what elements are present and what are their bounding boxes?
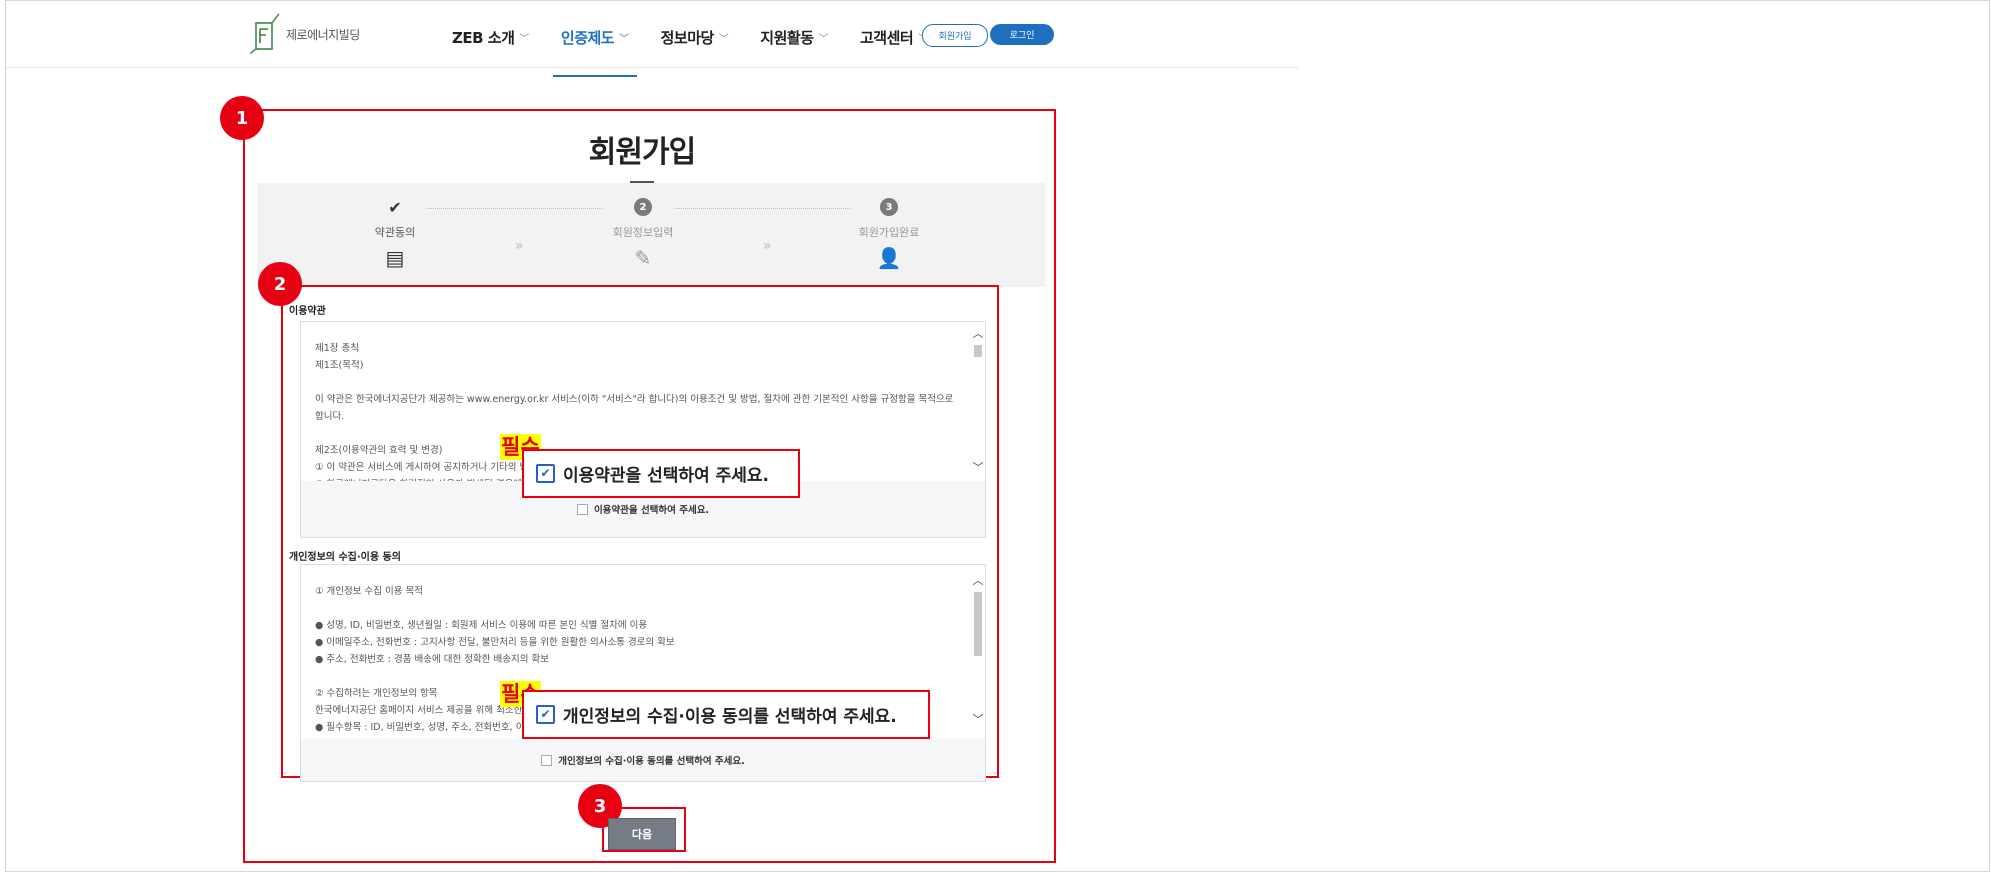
nav-item-zeb[interactable]: ZEB 소개 ﹀ xyxy=(436,19,545,64)
step-number: 3 xyxy=(880,198,898,216)
main-nav: ZEB 소개 ﹀ 인증제도 ﹀ 정보마당﹀ 지원활동 ﹀ 고객센터 ﹀ xyxy=(436,19,944,77)
site-header: 제로에너지빌딩 ZEB 소개﹀ 인증제도﹀ 정보마당﹀ 지원활동﹀ 고객센터﹀ … xyxy=(6,1,1298,77)
privacy-agree-row[interactable]: 개인정보의 수집·이용 동의를 선택하여 주세요. xyxy=(300,739,986,782)
text-line: ● 이메일주소, 전화번호 : 고지사항 전달, 불만처리 등을 위한 원활한 … xyxy=(315,637,675,648)
step-label: 약관동의 xyxy=(374,226,416,239)
terms-callout: ✔ 이용약관을 선택하여 주세요. xyxy=(522,449,800,498)
nav-label: 정보마당 xyxy=(660,29,715,47)
privacy-callout-text: 개인정보의 수집·이용 동의를 선택하여 주세요. xyxy=(563,707,897,727)
terms-checkbox[interactable] xyxy=(576,503,588,515)
scroll-thumb[interactable] xyxy=(974,345,982,357)
terms-section-label: 이용약관 xyxy=(289,306,326,317)
terms-callout-text: 이용약관을 선택하여 주세요. xyxy=(563,466,769,486)
document-icon: ▤ xyxy=(385,246,405,270)
text-line: ● 주소, 전화번호 : 경품 배송에 대한 정확한 배송지의 확보 xyxy=(315,654,549,665)
step-number: 2 xyxy=(634,198,652,216)
double-arrow-icon: » xyxy=(763,238,772,254)
nav-item-info[interactable]: 정보마당 ﹀ xyxy=(645,19,745,64)
site-logo[interactable]: 제로에너지빌딩 xyxy=(250,13,360,55)
double-arrow-icon: » xyxy=(515,238,524,254)
privacy-checkbox[interactable] xyxy=(541,754,553,766)
text-line: 합니다. xyxy=(315,411,345,422)
scroll-up-icon[interactable]: ︿ xyxy=(972,325,984,341)
scroll-down-icon[interactable]: ﹀ xyxy=(972,711,984,727)
privacy-callout: ✔ 개인정보의 수집·이용 동의를 선택하여 주세요. xyxy=(522,690,930,739)
privacy-section-label: 개인정보의 수집·이용 동의 xyxy=(289,552,401,563)
chevron-down-icon: ﹀ xyxy=(718,34,729,45)
terms-agree-label: 이용약관을 선택하여 주세요. xyxy=(593,505,710,516)
chevron-down-icon: ﹀ xyxy=(619,34,629,45)
nav-item-support[interactable]: 지원활동 ﹀ xyxy=(744,19,844,64)
text-line xyxy=(315,668,971,685)
privacy-scrollbar[interactable]: ︿ ﹀ xyxy=(972,566,984,739)
next-button[interactable]: 다음 xyxy=(608,818,676,850)
checkbox-checked-icon: ✔ xyxy=(536,464,555,483)
join-button[interactable]: 회원가입 xyxy=(922,24,988,47)
step-member-info: 2 회원정보입력 ✎ xyxy=(583,198,703,270)
text-line: 이 약관은 한국에너지공단가 제공하는 www.energy.or.kr 서비스… xyxy=(315,394,954,405)
nav-label: 지원활동 xyxy=(760,29,814,47)
text-line xyxy=(315,600,971,617)
zeb-logo-icon xyxy=(250,13,280,55)
scroll-up-icon[interactable]: ︿ xyxy=(972,572,984,588)
nav-item-certification[interactable]: 인증제도 ﹀ xyxy=(545,19,645,77)
login-button[interactable]: 로그인 xyxy=(990,24,1054,45)
nav-label: 인증제도 xyxy=(560,29,615,47)
scroll-thumb[interactable] xyxy=(974,592,982,656)
check-badge-icon: ✔ xyxy=(388,197,402,217)
edit-form-icon: ✎ xyxy=(634,246,652,270)
chevron-down-icon: ﹀ xyxy=(519,34,529,45)
annotation-badge-2: 2 xyxy=(258,262,302,306)
step-label: 회원가입완료 xyxy=(858,226,920,239)
annotation-badge-1: 1 xyxy=(220,96,264,140)
text-line: 제1조(목적) xyxy=(315,360,364,371)
text-line: ① 개인정보 수집 이용 목적 xyxy=(315,586,423,597)
step-label: 회원정보입력 xyxy=(612,226,674,239)
logo-text: 제로에너지빌딩 xyxy=(286,27,360,42)
text-line xyxy=(315,425,971,442)
step-terms: ✔ 약관동의 ▤ xyxy=(335,197,455,271)
terms-scrollbar[interactable]: ︿ ﹀ xyxy=(972,323,984,481)
page-title: 회원가입 xyxy=(588,135,696,170)
nav-label: 고객센터 xyxy=(860,29,914,47)
privacy-agree-label: 개인정보의 수집·이용 동의를 선택하여 주세요. xyxy=(558,756,745,767)
chevron-down-icon: ﹀ xyxy=(818,34,829,45)
text-line: 제1장 총칙 xyxy=(315,343,360,354)
user-lock-icon: 👤 xyxy=(876,246,902,270)
text-line: ● 성명, ID, 비밀번호, 생년월일 : 회원제 서비스 이용에 따른 본인… xyxy=(315,620,648,631)
step-complete: 3 회원가입완료 👤 xyxy=(829,198,949,270)
nav-label: ZEB 소개 xyxy=(452,29,515,47)
signup-stepper: ✔ 약관동의 ▤ » 2 회원정보입력 ✎ » 3 회원가입완료 👤 xyxy=(257,183,1045,287)
scroll-down-icon[interactable]: ﹀ xyxy=(972,459,984,475)
text-line xyxy=(315,374,971,391)
checkbox-checked-icon: ✔ xyxy=(536,705,555,724)
